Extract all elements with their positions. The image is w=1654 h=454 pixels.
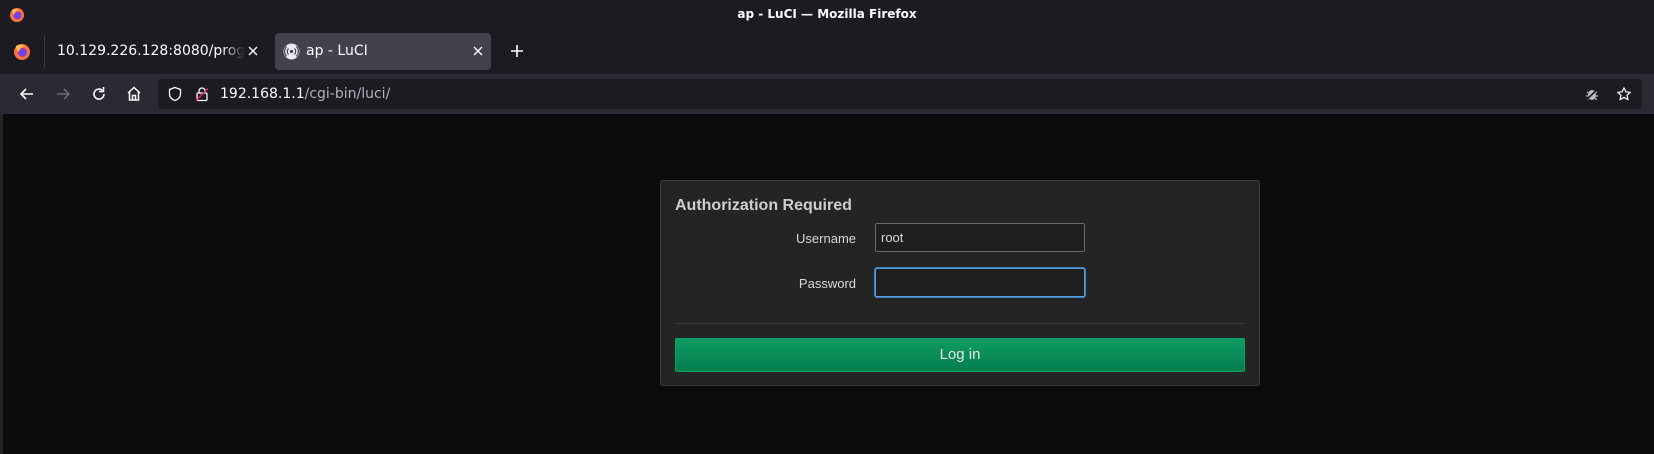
- extension-icon[interactable]: [1584, 86, 1600, 102]
- tab-label: ap - LuCI: [306, 43, 368, 59]
- login-title: Authorization Required: [675, 197, 852, 214]
- firefox-view-icon[interactable]: [12, 42, 32, 62]
- star-icon[interactable]: [1616, 86, 1632, 102]
- window-titlebar: ap - LuCI — Mozilla Firefox: [0, 0, 1654, 29]
- tab-luci[interactable]: ap - LuCI: [275, 33, 491, 70]
- login-panel: Authorization Required Username Password…: [660, 180, 1260, 386]
- forward-arrow-icon[interactable]: [53, 84, 73, 104]
- tab-strip: 10.129.226.128:8080/program ap - LuCI: [0, 29, 1654, 74]
- router-icon: [283, 43, 300, 60]
- url-path: /cgi-bin/luci/: [304, 86, 391, 102]
- url-text[interactable]: 192.168.1.1/cgi-bin/luci/: [220, 79, 390, 109]
- back-arrow-icon[interactable]: [17, 84, 37, 104]
- username-label: Username: [796, 231, 856, 246]
- login-button[interactable]: Log in: [675, 338, 1245, 372]
- password-label: Password: [798, 276, 856, 291]
- home-icon[interactable]: [124, 84, 144, 104]
- plus-icon[interactable]: [509, 43, 525, 59]
- tab-label: 10.129.226.128:8080/program: [57, 43, 245, 59]
- url-host: 192.168.1.1: [220, 86, 305, 102]
- close-icon[interactable]: [247, 45, 259, 57]
- shield-icon[interactable]: [167, 86, 183, 102]
- page-content: Authorization Required Username Password…: [0, 114, 1654, 454]
- form-divider: [675, 323, 1245, 324]
- tab-program[interactable]: 10.129.226.128:8080/program: [49, 33, 262, 70]
- window-title: ap - LuCI — Mozilla Firefox: [737, 7, 917, 21]
- username-input[interactable]: [875, 223, 1085, 252]
- url-bar[interactable]: 192.168.1.1/cgi-bin/luci/: [158, 79, 1642, 109]
- tab-separator: [44, 35, 45, 68]
- navigation-bar: 192.168.1.1/cgi-bin/luci/: [0, 74, 1654, 114]
- lock-icon[interactable]: [194, 86, 210, 102]
- password-input[interactable]: [875, 268, 1085, 297]
- reload-icon[interactable]: [89, 84, 109, 104]
- close-icon[interactable]: [472, 45, 484, 57]
